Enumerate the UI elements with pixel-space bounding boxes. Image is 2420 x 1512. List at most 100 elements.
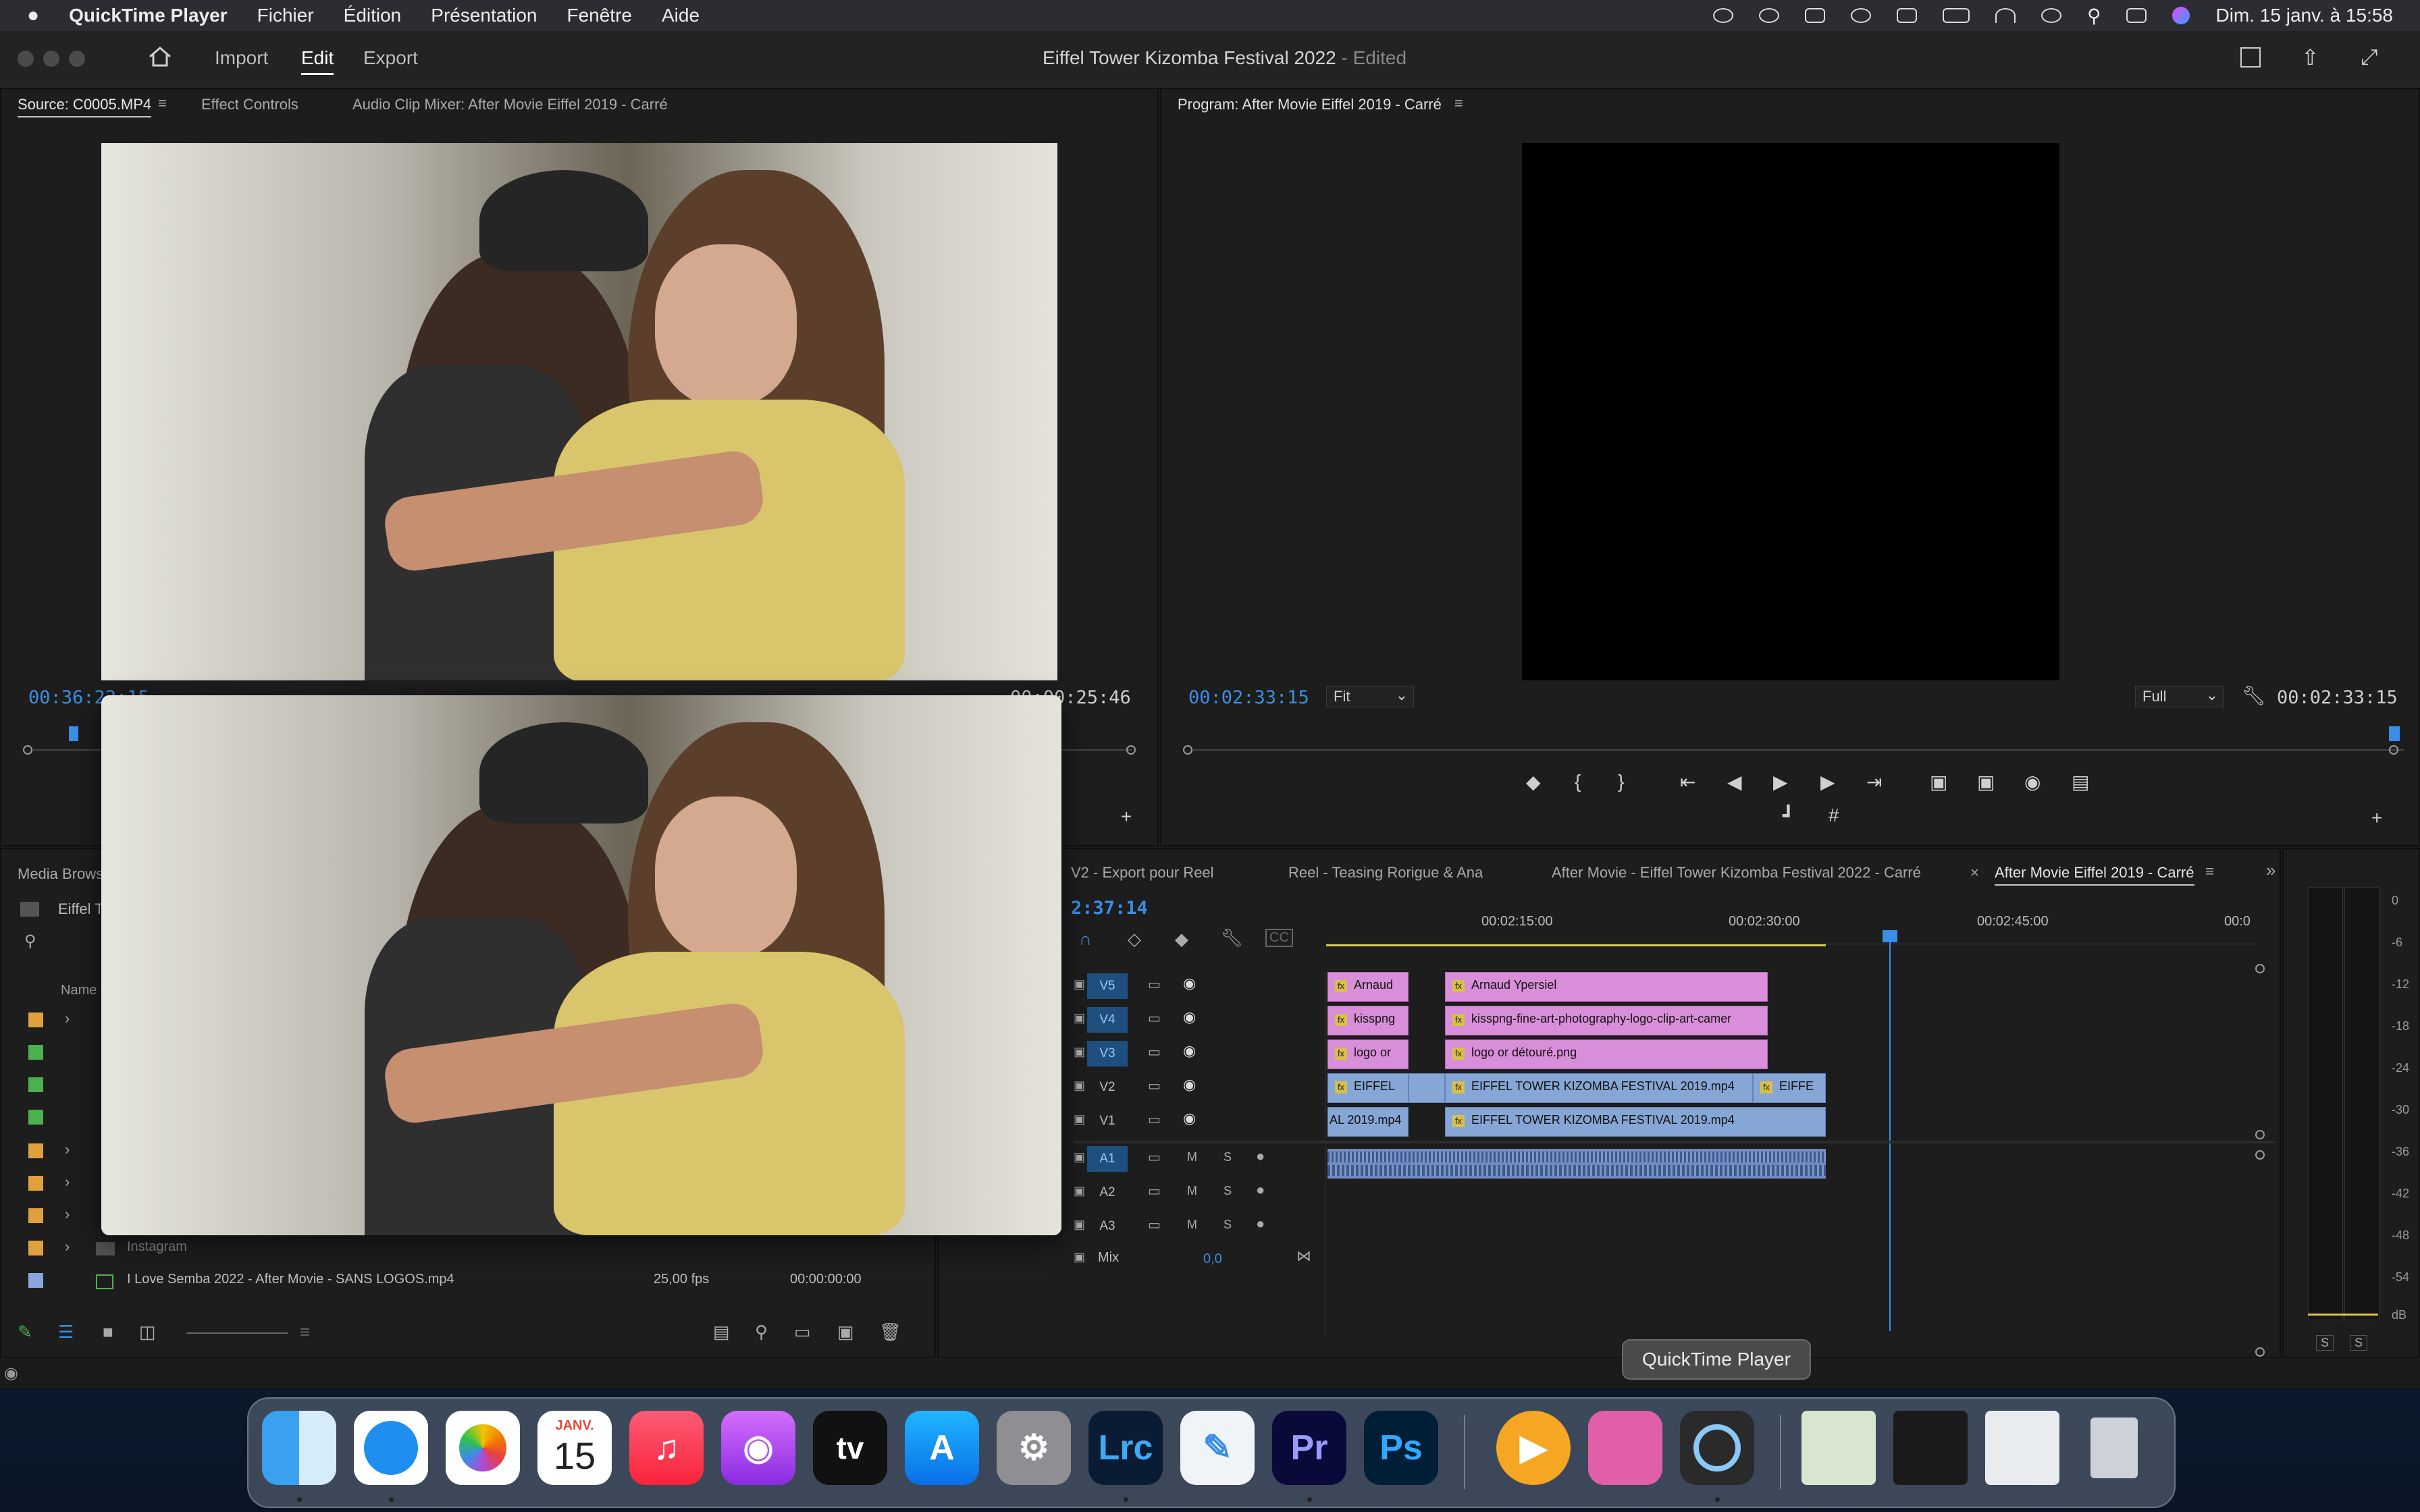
- track-v5-header[interactable]: ▣ V5 ▭ ◉: [1074, 971, 1323, 1002]
- play-icon[interactable]: [1850, 8, 1871, 23]
- podcasts-icon[interactable]: ◉: [721, 1411, 795, 1485]
- track-label[interactable]: A2: [1087, 1180, 1128, 1206]
- timeline-timecode[interactable]: 2:37:14: [1071, 898, 1148, 919]
- mix-track-header[interactable]: ▣ Mix 0,0 ⋈: [1074, 1246, 1323, 1273]
- new-item-icon[interactable]: ▣: [837, 1322, 854, 1343]
- control-center-icon[interactable]: [2126, 8, 2147, 23]
- safari-icon[interactable]: [354, 1411, 428, 1485]
- lock-icon[interactable]: ▣: [1074, 977, 1085, 992]
- tab-sequence-reel[interactable]: Reel - Teasing Rorigue & Ana: [1288, 864, 1483, 882]
- pages-icon[interactable]: ✎: [1180, 1411, 1255, 1485]
- program-scroll-end[interactable]: [2389, 745, 2398, 755]
- track-target[interactable]: V3: [1087, 1041, 1128, 1066]
- chevron-right-icon[interactable]: ›: [65, 1141, 70, 1158]
- clip-v3-logo-detoure[interactable]: fx logo or détouré.png: [1445, 1040, 1768, 1069]
- lightroom-classic-icon[interactable]: Lrc: [1088, 1411, 1163, 1485]
- program-timecode-in[interactable]: 00:02:33:15: [1188, 687, 1309, 708]
- fullscreen-icon[interactable]: ⤢: [2361, 45, 2378, 70]
- lift-icon[interactable]: ▣: [1930, 771, 1947, 793]
- menu-aide[interactable]: Aide: [662, 5, 700, 26]
- program-playhead[interactable]: [2389, 726, 2400, 741]
- sync-lock-icon[interactable]: ▭: [1148, 1010, 1161, 1027]
- clip-v3-logo[interactable]: fx logo or: [1327, 1040, 1409, 1069]
- sync-lock-icon[interactable]: ▭: [1148, 1216, 1161, 1233]
- timeline-playhead[interactable]: [1889, 934, 1891, 1331]
- chevron-right-icon[interactable]: ›: [65, 1010, 70, 1027]
- clip-v5-arnaud-ypersiel[interactable]: fx Arnaud Ypersiel: [1445, 972, 1768, 1002]
- captions-icon[interactable]: CC: [1265, 929, 1293, 947]
- mark-in-icon[interactable]: {: [1575, 771, 1581, 792]
- track-a3-header[interactable]: ▣ A3 ▭ M S ●: [1074, 1211, 1323, 1242]
- track-v2-header[interactable]: ▣ V2 ▭ ◉: [1074, 1072, 1323, 1103]
- quicktime-player-icon[interactable]: [1680, 1411, 1754, 1485]
- menu-clock[interactable]: Dim. 15 janv. à 15:58: [2215, 5, 2393, 26]
- list-view-icon[interactable]: ☰: [58, 1322, 74, 1343]
- tab-edit[interactable]: Edit: [301, 47, 334, 75]
- mark-out-icon[interactable]: }: [1618, 771, 1624, 792]
- menu-edition[interactable]: Édition: [344, 5, 402, 26]
- solo-button[interactable]: S: [1224, 1150, 1232, 1164]
- clip-v1-eiffel-2019[interactable]: fx EIFFEL TOWER KIZOMBA FESTIVAL 2019.mp4: [1445, 1107, 1826, 1137]
- finder-icon[interactable]: [262, 1411, 336, 1485]
- time-machine-icon[interactable]: [2041, 8, 2061, 23]
- menu-app-name[interactable]: QuickTime Player: [69, 5, 228, 26]
- linked-selection-icon[interactable]: ◇: [1128, 929, 1141, 950]
- minimize-window-button[interactable]: [43, 51, 59, 67]
- lock-icon[interactable]: ▣: [1074, 1150, 1085, 1164]
- tab-effect-controls[interactable]: Effect Controls: [201, 96, 298, 113]
- solo-right-button[interactable]: S: [2350, 1335, 2368, 1351]
- source-add-button[interactable]: +: [1121, 806, 1132, 828]
- search-icon[interactable]: ⚲: [24, 932, 36, 951]
- eye-icon[interactable]: ◉: [1183, 1008, 1196, 1026]
- apple-icon[interactable]: ●: [27, 4, 39, 27]
- sync-lock-icon[interactable]: ▭: [1148, 976, 1161, 993]
- creative-cloud-icon[interactable]: [1712, 8, 1733, 23]
- tab-media-browser[interactable]: Media Brows: [18, 865, 103, 883]
- panel-menu-icon[interactable]: ≡: [2205, 863, 2214, 880]
- mix-value[interactable]: 0,0: [1203, 1251, 1222, 1267]
- home-icon[interactable]: [149, 46, 172, 68]
- video-track-scroll-top[interactable]: [2255, 964, 2265, 973]
- go-to-out-icon[interactable]: ⇥: [1866, 771, 1882, 793]
- audio-track-scroll-top[interactable]: [2255, 1150, 2265, 1160]
- audio-clip-a1[interactable]: [1327, 1149, 1826, 1179]
- sync-lock-icon[interactable]: ▭: [1148, 1149, 1161, 1166]
- track-label[interactable]: A3: [1087, 1214, 1128, 1239]
- chevron-right-icon[interactable]: ›: [65, 1173, 70, 1191]
- safe-margins-icon[interactable]: ┛: [1783, 805, 1794, 827]
- track-v3-header[interactable]: ▣ V3 ▭ ◉: [1074, 1038, 1323, 1069]
- clip-v2-gap[interactable]: [1409, 1073, 1445, 1103]
- siri-icon[interactable]: [2172, 7, 2190, 24]
- tab-audio-clip-mixer[interactable]: Audio Clip Mixer: After Movie Eiffel 201…: [352, 96, 668, 113]
- download-stack-icon[interactable]: [1801, 1411, 1876, 1485]
- close-tab-icon[interactable]: ×: [1970, 864, 1979, 882]
- keyboard-icon[interactable]: [1896, 8, 1917, 23]
- tab-sequence-2022[interactable]: After Movie - Eiffel Tower Kizomba Festi…: [1552, 864, 1921, 882]
- menu-fichier[interactable]: Fichier: [257, 5, 314, 26]
- lock-icon[interactable]: ▣: [1074, 1011, 1085, 1025]
- screenshot-stack-icon[interactable]: [1985, 1411, 2059, 1485]
- clip-v2-eiffe-end[interactable]: fx EIFFE: [1753, 1073, 1826, 1103]
- mute-button[interactable]: M: [1187, 1150, 1197, 1164]
- lock-icon[interactable]: ▣: [1074, 1184, 1085, 1198]
- document-stack-icon[interactable]: [1893, 1411, 1968, 1485]
- source-video-frame[interactable]: [101, 143, 1057, 680]
- list-item-instagram[interactable]: › Instagram: [28, 1237, 906, 1260]
- premiere-pro-icon[interactable]: Pr: [1272, 1411, 1346, 1485]
- wrench-icon[interactable]: 🔧︎: [1221, 927, 1243, 948]
- play-icon[interactable]: ▶: [1773, 771, 1788, 793]
- tab-sequence-2019[interactable]: After Movie Eiffel 2019 - Carré: [1995, 864, 2194, 886]
- eye-icon[interactable]: ◉: [1183, 975, 1196, 992]
- extract-icon[interactable]: ▣: [1977, 771, 1995, 793]
- lock-icon[interactable]: ▣: [1074, 1250, 1085, 1264]
- microphone-icon[interactable]: ●: [1256, 1148, 1265, 1165]
- panel-menu-icon[interactable]: ≡: [158, 94, 167, 112]
- timeline-ruler[interactable]: [1326, 936, 2258, 944]
- find-icon[interactable]: ⚲: [755, 1322, 768, 1343]
- track-label[interactable]: V2: [1087, 1075, 1128, 1100]
- program-scrub-bar[interactable]: [1191, 749, 2404, 751]
- source-scroll-end[interactable]: [1126, 745, 1136, 755]
- track-target[interactable]: A1: [1087, 1146, 1128, 1172]
- tab-source[interactable]: Source: C0005.MP4: [18, 96, 152, 117]
- compare-icon[interactable]: ▤: [2072, 771, 2089, 793]
